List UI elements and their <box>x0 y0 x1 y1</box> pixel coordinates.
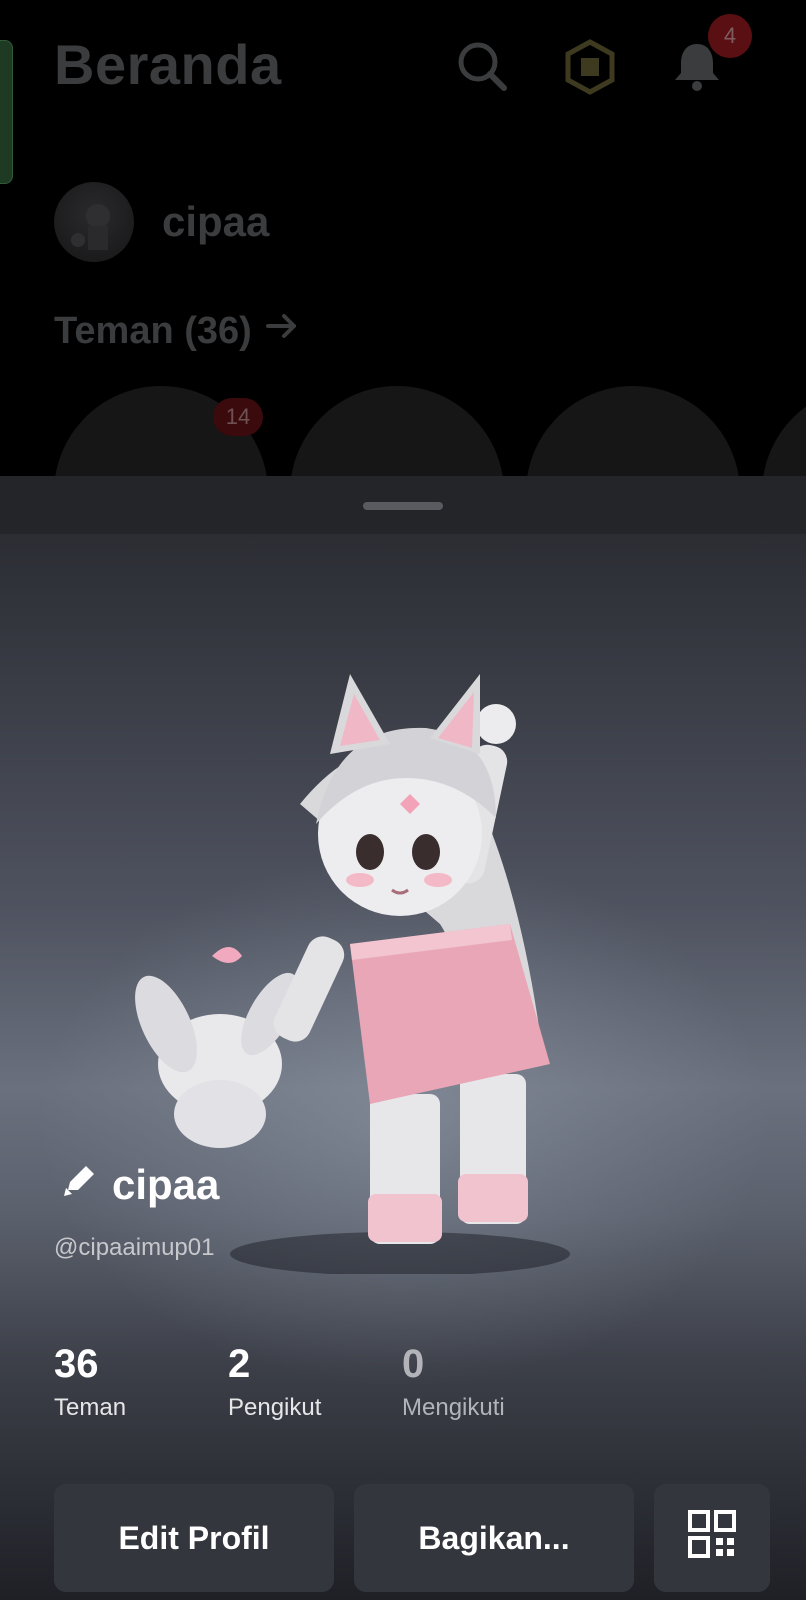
friends-link[interactable]: Teman (36) <box>54 308 300 354</box>
drag-handle[interactable] <box>363 502 443 510</box>
stat-value: 2 <box>228 1342 251 1386</box>
home-username[interactable]: cipaa <box>162 198 269 246</box>
robux-icon[interactable] <box>561 38 619 96</box>
profile-sheet <box>0 476 806 1600</box>
stat-value: 36 <box>54 1342 99 1386</box>
profile-handle: @cipaaimup01 <box>54 1234 215 1261</box>
friends-link-label: Teman (36) <box>54 309 252 352</box>
stat-friends[interactable]: 36 Teman <box>54 1344 126 1422</box>
qr-code-button[interactable] <box>654 1484 770 1592</box>
search-icon[interactable] <box>454 38 512 96</box>
friend-avatar[interactable] <box>290 386 504 480</box>
avatar-stage <box>0 534 806 1600</box>
avatar[interactable] <box>54 182 134 262</box>
pencil-icon[interactable] <box>60 1160 100 1210</box>
friend-request-badge: 14 <box>213 398 263 436</box>
stat-label: Pengikut <box>228 1394 322 1421</box>
stat-value: 0 <box>402 1342 425 1386</box>
stat-followers[interactable]: 2 Pengikut <box>228 1344 321 1422</box>
profile-display-name[interactable]: cipaa <box>60 1160 219 1210</box>
stat-following[interactable]: 0 Mengikuti <box>402 1344 505 1422</box>
notification-badge: 4 <box>708 14 752 58</box>
side-panel-edge[interactable] <box>0 40 13 184</box>
arrow-right-icon <box>264 308 300 354</box>
qr-code-icon <box>688 1510 736 1566</box>
edit-profile-button[interactable]: Edit Profil <box>54 1484 334 1592</box>
stat-label: Mengikuti <box>402 1394 505 1421</box>
display-name-text: cipaa <box>112 1161 220 1208</box>
stat-label: Teman <box>54 1394 127 1421</box>
friend-avatar[interactable] <box>526 386 740 480</box>
share-button[interactable]: Bagikan... <box>354 1484 634 1592</box>
page-title: Beranda <box>54 33 282 96</box>
friend-avatar[interactable] <box>762 386 806 480</box>
sheet-header[interactable] <box>0 476 806 534</box>
home-screen-background: Beranda 4 cipaa Teman (36) 14 <box>0 0 806 480</box>
